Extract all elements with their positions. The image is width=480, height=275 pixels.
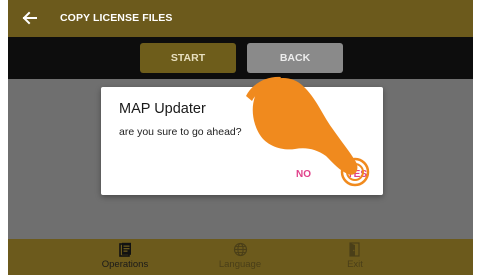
nav-label-operations: Operations	[101, 259, 149, 270]
action-bar: START BACK	[8, 37, 473, 79]
dialog-title: MAP Updater	[119, 101, 206, 117]
door-exit-icon	[348, 241, 362, 257]
document-icon	[118, 241, 132, 257]
yes-button[interactable]: YES	[347, 169, 367, 180]
app-bar: COPY LICENSE FILES	[8, 0, 473, 37]
nav-item-language[interactable]: Language	[195, 241, 285, 270]
nav-item-operations[interactable]: Operations	[80, 241, 170, 270]
dialog-message: are you sure to go ahead?	[119, 126, 242, 138]
start-button[interactable]: START	[140, 43, 236, 73]
back-arrow-icon[interactable]	[19, 8, 39, 28]
nav-item-exit[interactable]: Exit	[310, 241, 400, 270]
no-button[interactable]: NO	[296, 169, 311, 180]
nav-label-exit: Exit	[347, 259, 363, 270]
page-title: COPY LICENSE FILES	[60, 12, 173, 24]
bottom-navigation: Operations Language Exit	[8, 239, 473, 275]
confirmation-dialog: MAP Updater are you sure to go ahead? NO…	[101, 87, 383, 195]
back-button[interactable]: BACK	[247, 43, 343, 73]
globe-icon	[233, 241, 248, 257]
nav-label-language: Language	[218, 259, 262, 270]
